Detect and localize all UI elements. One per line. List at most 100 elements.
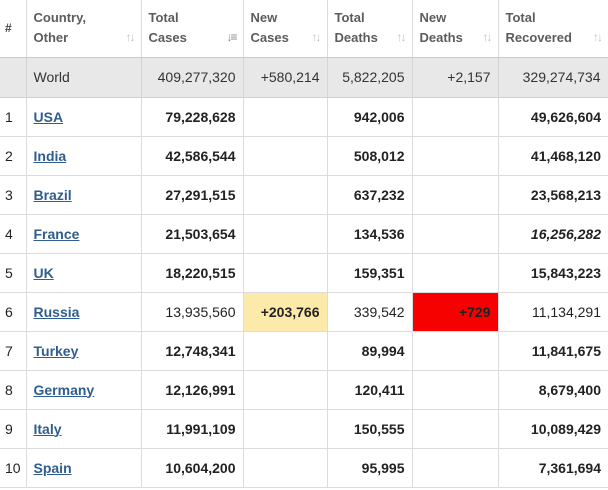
header-total-deaths-label: Total Deaths (334, 10, 378, 46)
total-deaths-cell: 120,411 (327, 370, 413, 410)
total-deaths-cell: 89,994 (327, 331, 413, 371)
total-cases-cell: 12,748,341 (141, 331, 244, 371)
total-recovered-cell: 7,361,694 (498, 448, 608, 488)
country-link[interactable]: Brazil (34, 187, 72, 203)
country-cell: UK (26, 253, 142, 293)
table-row: 4 France 21,503,654 134,536 16,256,282 (0, 214, 608, 254)
sort-desc-icon[interactable]: ↓≡ (226, 30, 237, 44)
header-new-cases-label: New Cases (250, 10, 289, 46)
total-recovered-cell: 41,468,120 (498, 136, 608, 176)
total-deaths-cell: 134,536 (327, 214, 413, 254)
header-new-deaths-sortable[interactable]: New Deaths ↑↓ (412, 0, 499, 58)
total-cases-cell: 11,991,109 (141, 409, 244, 449)
country-cell: Russia (26, 292, 142, 332)
new-deaths-cell: +729 (412, 292, 499, 332)
new-deaths-cell (412, 331, 499, 371)
new-deaths-cell (412, 136, 499, 176)
new-deaths-cell (412, 448, 499, 488)
total-recovered-cell: 11,841,675 (498, 331, 608, 371)
total-cases-cell: 42,586,544 (141, 136, 244, 176)
rank-cell: 6 (0, 292, 27, 332)
header-total-recovered-sortable[interactable]: Total Recovered ↑↓ (498, 0, 608, 58)
table-row: 9 Italy 11,991,109 150,555 10,089,429 (0, 409, 608, 449)
country-cell: Spain (26, 448, 142, 488)
table-row: 8 Germany 12,126,991 120,411 8,679,400 (0, 370, 608, 410)
header-new-deaths-label: New Deaths (419, 10, 463, 46)
sort-arrows-icon[interactable]: ↑↓ (483, 30, 493, 44)
header-new-cases-sortable[interactable]: New Cases ↑↓ (243, 0, 328, 58)
total-recovered-cell: 49,626,604 (498, 97, 608, 137)
total-deaths-cell: 637,232 (327, 175, 413, 215)
new-deaths-cell (412, 97, 499, 137)
world-new-cases: +580,214 (243, 57, 328, 98)
country-cell: India (26, 136, 142, 176)
total-recovered-cell: 15,843,223 (498, 253, 608, 293)
table-row: 5 UK 18,220,515 159,351 15,843,223 (0, 253, 608, 293)
rank-cell: 2 (0, 136, 27, 176)
total-deaths-cell: 942,006 (327, 97, 413, 137)
world-total-row: World 409,277,320 +580,214 5,822,205 +2,… (0, 57, 608, 98)
country-cell: France (26, 214, 142, 254)
total-cases-cell: 27,291,515 (141, 175, 244, 215)
world-total-deaths: 5,822,205 (327, 57, 413, 98)
header-country-label: Country, Other (33, 10, 86, 46)
sort-arrows-icon[interactable]: ↑↓ (593, 30, 603, 44)
country-link[interactable]: Italy (34, 421, 62, 437)
sort-arrows-icon[interactable]: ↑↓ (312, 30, 322, 44)
total-deaths-cell: 95,995 (327, 448, 413, 488)
new-cases-cell (243, 331, 328, 371)
rank-cell: 3 (0, 175, 27, 215)
new-deaths-cell (412, 214, 499, 254)
rank-cell: 9 (0, 409, 27, 449)
total-recovered-cell: 23,568,213 (498, 175, 608, 215)
rank-cell: 7 (0, 331, 27, 371)
header-country-sortable[interactable]: Country, Other ↑↓ (26, 0, 142, 58)
table-row: 10 Spain 10,604,200 95,995 7,361,694 (0, 448, 608, 488)
total-recovered-cell: 16,256,282 (498, 214, 608, 254)
table-row: 2 India 42,586,544 508,012 41,468,120 (0, 136, 608, 176)
country-link[interactable]: France (34, 226, 80, 242)
world-total-recovered: 329,274,734 (498, 57, 608, 98)
header-total-cases-sortable[interactable]: Total Cases ↓≡ (141, 0, 244, 58)
new-cases-cell (243, 136, 328, 176)
country-cell: Italy (26, 409, 142, 449)
world-rank-cell (0, 57, 27, 98)
country-cell: Germany (26, 370, 142, 410)
rank-cell: 10 (0, 448, 27, 488)
world-total-cases: 409,277,320 (141, 57, 244, 98)
total-cases-cell: 13,935,560 (141, 292, 244, 332)
total-cases-cell: 10,604,200 (141, 448, 244, 488)
country-link[interactable]: USA (34, 109, 64, 125)
table-row: 6 Russia 13,935,560 +203,766 339,542 +72… (0, 292, 608, 332)
world-new-deaths: +2,157 (412, 57, 499, 98)
sort-arrows-icon[interactable]: ↑↓ (126, 30, 136, 44)
new-cases-cell (243, 370, 328, 410)
new-cases-cell (243, 97, 328, 137)
total-cases-cell: 79,228,628 (141, 97, 244, 137)
total-recovered-cell: 8,679,400 (498, 370, 608, 410)
country-link[interactable]: Turkey (34, 343, 79, 359)
country-link[interactable]: Spain (34, 460, 72, 476)
new-deaths-cell (412, 409, 499, 449)
sort-arrows-icon[interactable]: ↑↓ (397, 30, 407, 44)
total-cases-cell: 18,220,515 (141, 253, 244, 293)
country-link[interactable]: India (34, 148, 67, 164)
country-link[interactable]: Germany (34, 382, 95, 398)
country-link[interactable]: Russia (34, 304, 80, 320)
header-rank: # (0, 0, 27, 58)
covid-stats-table: # Country, Other ↑↓ Total Cases ↓≡ New C… (0, 0, 608, 488)
table-row: 1 USA 79,228,628 942,006 49,626,604 (0, 97, 608, 137)
country-cell: USA (26, 97, 142, 137)
header-row: # Country, Other ↑↓ Total Cases ↓≡ New C… (0, 0, 608, 58)
total-recovered-cell: 10,089,429 (498, 409, 608, 449)
new-cases-cell (243, 409, 328, 449)
country-cell: Turkey (26, 331, 142, 371)
rank-cell: 5 (0, 253, 27, 293)
table-row: 7 Turkey 12,748,341 89,994 11,841,675 (0, 331, 608, 371)
total-recovered-cell: 11,134,291 (498, 292, 608, 332)
new-deaths-cell (412, 253, 499, 293)
country-link[interactable]: UK (34, 265, 54, 281)
rank-cell: 4 (0, 214, 27, 254)
header-total-deaths-sortable[interactable]: Total Deaths ↑↓ (327, 0, 413, 58)
new-deaths-cell (412, 175, 499, 215)
